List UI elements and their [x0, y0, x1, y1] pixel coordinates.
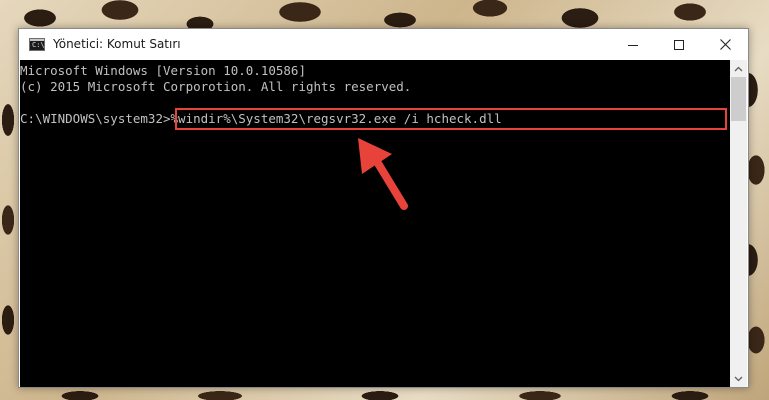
scroll-up-arrow-icon — [734, 66, 743, 71]
command-prompt-icon[interactable]: C:\ — [29, 38, 45, 51]
scroll-up-button[interactable] — [730, 60, 747, 77]
scroll-thumb[interactable] — [731, 77, 746, 121]
copyright-line: (c) 2015 Microsoft Corporotion. All righ… — [20, 79, 412, 94]
close-icon — [719, 39, 731, 50]
close-button[interactable] — [702, 29, 748, 60]
vertical-scrollbar[interactable] — [730, 60, 747, 387]
command-highlight-box — [175, 108, 727, 130]
minimize-button[interactable] — [610, 29, 656, 60]
command-prompt-window: C:\ Yönetici: Komut Satırı Microsoft Win… — [18, 28, 749, 388]
title-bar[interactable]: C:\ Yönetici: Komut Satırı — [19, 29, 748, 60]
icon-glyph: C:\ — [32, 41, 45, 49]
red-arrow-icon — [358, 138, 408, 210]
scroll-down-arrow-icon — [734, 376, 743, 381]
command-prompt-path: C:\WINDOWS\system32> — [20, 111, 171, 126]
scroll-down-button[interactable] — [730, 370, 747, 387]
window-title: Yönetici: Komut Satırı — [53, 37, 181, 51]
console-output[interactable]: Microsoft Windows [Version 10.0.10586] (… — [20, 60, 730, 387]
version-line: Microsoft Windows [Version 10.0.10586] — [20, 63, 306, 78]
maximize-button[interactable] — [656, 29, 702, 60]
minimize-icon — [628, 44, 638, 46]
maximize-icon — [674, 39, 684, 50]
